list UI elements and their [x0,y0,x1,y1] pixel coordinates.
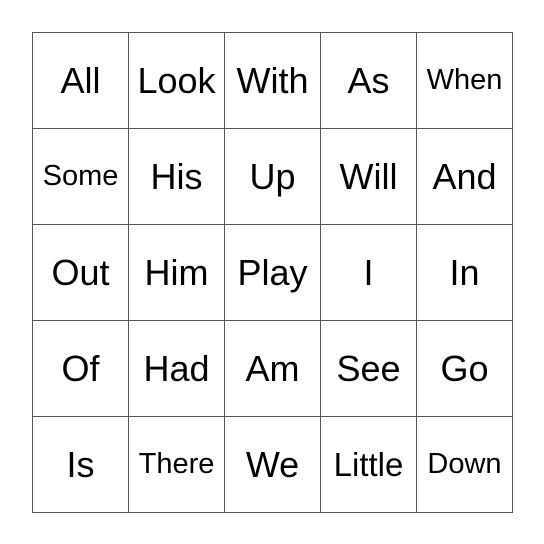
bingo-cell[interactable]: Had [129,321,225,417]
bingo-card: All Look With As When Some His Up Will A… [32,32,513,513]
bingo-cell[interactable]: Of [33,321,129,417]
bingo-cell[interactable]: Some [33,129,129,225]
bingo-cell[interactable]: Little [321,417,417,513]
bingo-cell[interactable]: I [321,225,417,321]
bingo-cell[interactable]: Down [417,417,513,513]
bingo-cell[interactable]: We [225,417,321,513]
bingo-cell[interactable]: His [129,129,225,225]
bingo-cell[interactable]: All [33,33,129,129]
bingo-cell[interactable]: Out [33,225,129,321]
bingo-cell[interactable]: As [321,33,417,129]
bingo-cell[interactable]: And [417,129,513,225]
bingo-cell[interactable]: Up [225,129,321,225]
bingo-cell[interactable]: Him [129,225,225,321]
bingo-cell[interactable]: Is [33,417,129,513]
bingo-cell[interactable]: Am [225,321,321,417]
bingo-cell[interactable]: See [321,321,417,417]
bingo-cell[interactable]: Look [129,33,225,129]
bingo-cell[interactable]: Play [225,225,321,321]
bingo-cell[interactable]: When [417,33,513,129]
bingo-cell[interactable]: There [129,417,225,513]
bingo-cell[interactable]: Go [417,321,513,417]
bingo-cell[interactable]: Will [321,129,417,225]
bingo-cell[interactable]: In [417,225,513,321]
bingo-cell[interactable]: With [225,33,321,129]
